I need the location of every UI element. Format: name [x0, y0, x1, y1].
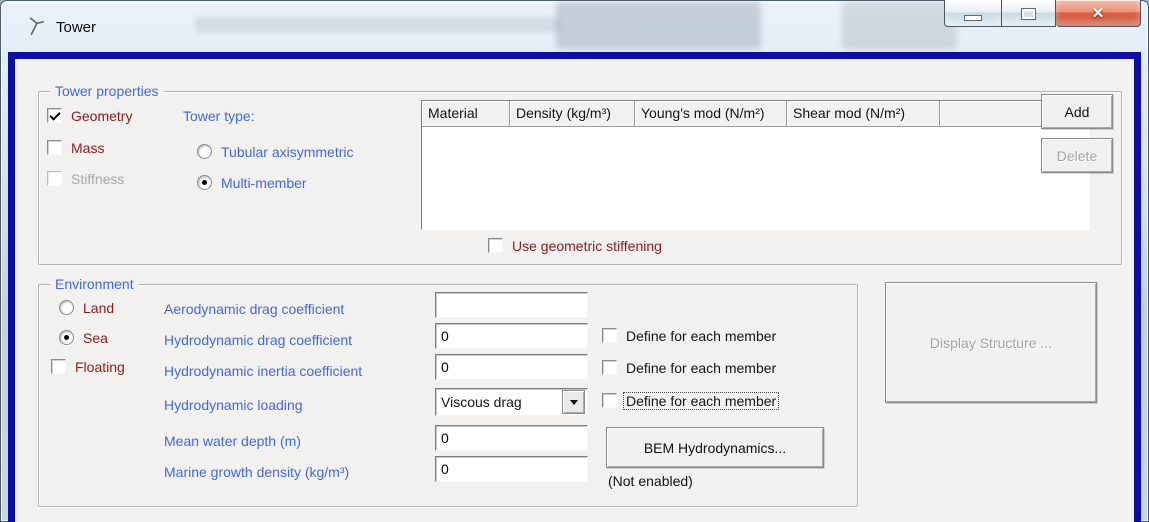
dropdown-arrow-button[interactable]: [562, 390, 585, 414]
define-drag-row: Define for each member: [602, 327, 776, 344]
wind-turbine-icon: [25, 15, 47, 37]
hydrodynamic-loading-label: Hydrodynamic loading: [164, 397, 303, 413]
multi-member-radio[interactable]: [197, 175, 212, 190]
define-inertia-label: Define for each member: [626, 360, 776, 376]
tower-properties-legend: Tower properties: [50, 82, 164, 101]
stiffness-checkbox-row: Stiffness: [47, 170, 124, 187]
geometric-stiffening-row: Use geometric stiffening: [488, 237, 662, 254]
mass-label: Mass: [71, 140, 104, 156]
use-geometric-stiffening-label: Use geometric stiffening: [512, 238, 662, 254]
define-inertia-checkbox[interactable]: [602, 360, 617, 375]
hydrodynamic-inertia-input[interactable]: [435, 354, 588, 380]
minimize-button[interactable]: [944, 0, 1002, 27]
bem-status-text: (Not enabled): [608, 473, 693, 489]
mean-water-depth-input[interactable]: [435, 425, 588, 451]
tubular-radio-row: Tubular axisymmetric: [197, 143, 354, 160]
marine-growth-density-label: Marine growth density (kg/m³): [164, 464, 349, 480]
dialog-client-area: Tower properties Geometry Mass Stiffness…: [8, 52, 1141, 522]
environment-legend: Environment: [50, 275, 139, 294]
land-radio[interactable]: [59, 300, 74, 315]
window-controls: ✕: [944, 0, 1141, 27]
chevron-down-icon: [570, 400, 578, 405]
define-inertia-row: Define for each member: [602, 359, 776, 376]
geometry-checkbox[interactable]: [47, 108, 62, 123]
title-bar[interactable]: Tower ✕: [0, 0, 1149, 52]
land-radio-row: Land: [59, 299, 114, 316]
mass-checkbox-row: Mass: [47, 139, 104, 156]
material-table-header: Material Density (kg/m³) Young's mod (N/…: [422, 101, 1089, 127]
geometry-label: Geometry: [71, 108, 132, 124]
hydrodynamic-loading-value: Viscous drag: [436, 394, 560, 410]
close-button[interactable]: ✕: [1056, 0, 1141, 27]
close-icon: ✕: [1092, 6, 1105, 21]
define-loading-row: Define for each member: [602, 392, 776, 409]
hydrodynamic-drag-label: Hydrodynamic drag coefficient: [164, 332, 352, 348]
material-table: Material Density (kg/m³) Young's mod (N/…: [421, 100, 1090, 230]
define-loading-checkbox[interactable]: [602, 393, 617, 408]
tower-properties-group: Tower properties Geometry Mass Stiffness…: [38, 91, 1122, 265]
use-geometric-stiffening-checkbox[interactable]: [488, 238, 503, 253]
marine-growth-density-input[interactable]: [435, 456, 588, 482]
sea-radio-row: Sea: [59, 329, 108, 346]
column-header-youngs-mod: Young's mod (N/m²): [635, 101, 787, 127]
hydrodynamic-drag-input[interactable]: [435, 323, 588, 349]
sea-label: Sea: [83, 330, 108, 346]
add-button[interactable]: Add: [1041, 94, 1113, 129]
stiffness-label: Stiffness: [71, 171, 124, 187]
minimize-icon: [964, 15, 982, 21]
maximize-icon: [1021, 8, 1036, 20]
mass-checkbox[interactable]: [47, 140, 62, 155]
hydrodynamic-inertia-label: Hydrodynamic inertia coefficient: [164, 363, 362, 379]
column-header-density: Density (kg/m³): [510, 101, 635, 127]
tubular-axisymmetric-radio[interactable]: [197, 144, 212, 159]
aerodynamic-drag-input[interactable]: [435, 292, 588, 318]
define-drag-label: Define for each member: [626, 328, 776, 344]
floating-checkbox[interactable]: [51, 359, 66, 374]
mean-water-depth-label: Mean water depth (m): [164, 433, 301, 449]
tower-dialog-window: Tower ✕ Tower properties Geometry Mass S…: [0, 0, 1149, 522]
geometry-checkbox-row: Geometry: [47, 107, 132, 124]
material-table-body[interactable]: [422, 127, 1089, 229]
display-structure-button[interactable]: Display Structure ...: [885, 282, 1097, 403]
delete-button[interactable]: Delete: [1041, 138, 1113, 173]
column-header-shear-mod: Shear mod (N/m²): [787, 101, 940, 127]
multi-member-radio-row: Multi-member: [197, 174, 307, 191]
maximize-button[interactable]: [1002, 0, 1056, 27]
hydrodynamic-loading-dropdown[interactable]: Viscous drag: [435, 388, 588, 416]
stiffness-checkbox: [47, 171, 62, 186]
sea-radio[interactable]: [59, 330, 74, 345]
floating-label: Floating: [75, 359, 125, 375]
tower-type-label: Tower type:: [183, 108, 255, 124]
land-label: Land: [83, 300, 114, 316]
define-drag-checkbox[interactable]: [602, 328, 617, 343]
environment-group: Environment Land Sea Floating Aerodynami…: [38, 284, 858, 507]
multi-member-label: Multi-member: [221, 175, 307, 191]
window-title: Tower: [56, 19, 96, 36]
floating-checkbox-row: Floating: [51, 358, 125, 375]
aerodynamic-drag-label: Aerodynamic drag coefficient: [164, 301, 344, 317]
column-header-material: Material: [422, 101, 510, 127]
bem-hydrodynamics-button[interactable]: BEM Hydrodynamics...: [606, 427, 824, 468]
define-loading-label: Define for each member: [623, 392, 779, 410]
tubular-axisymmetric-label: Tubular axisymmetric: [221, 144, 354, 160]
